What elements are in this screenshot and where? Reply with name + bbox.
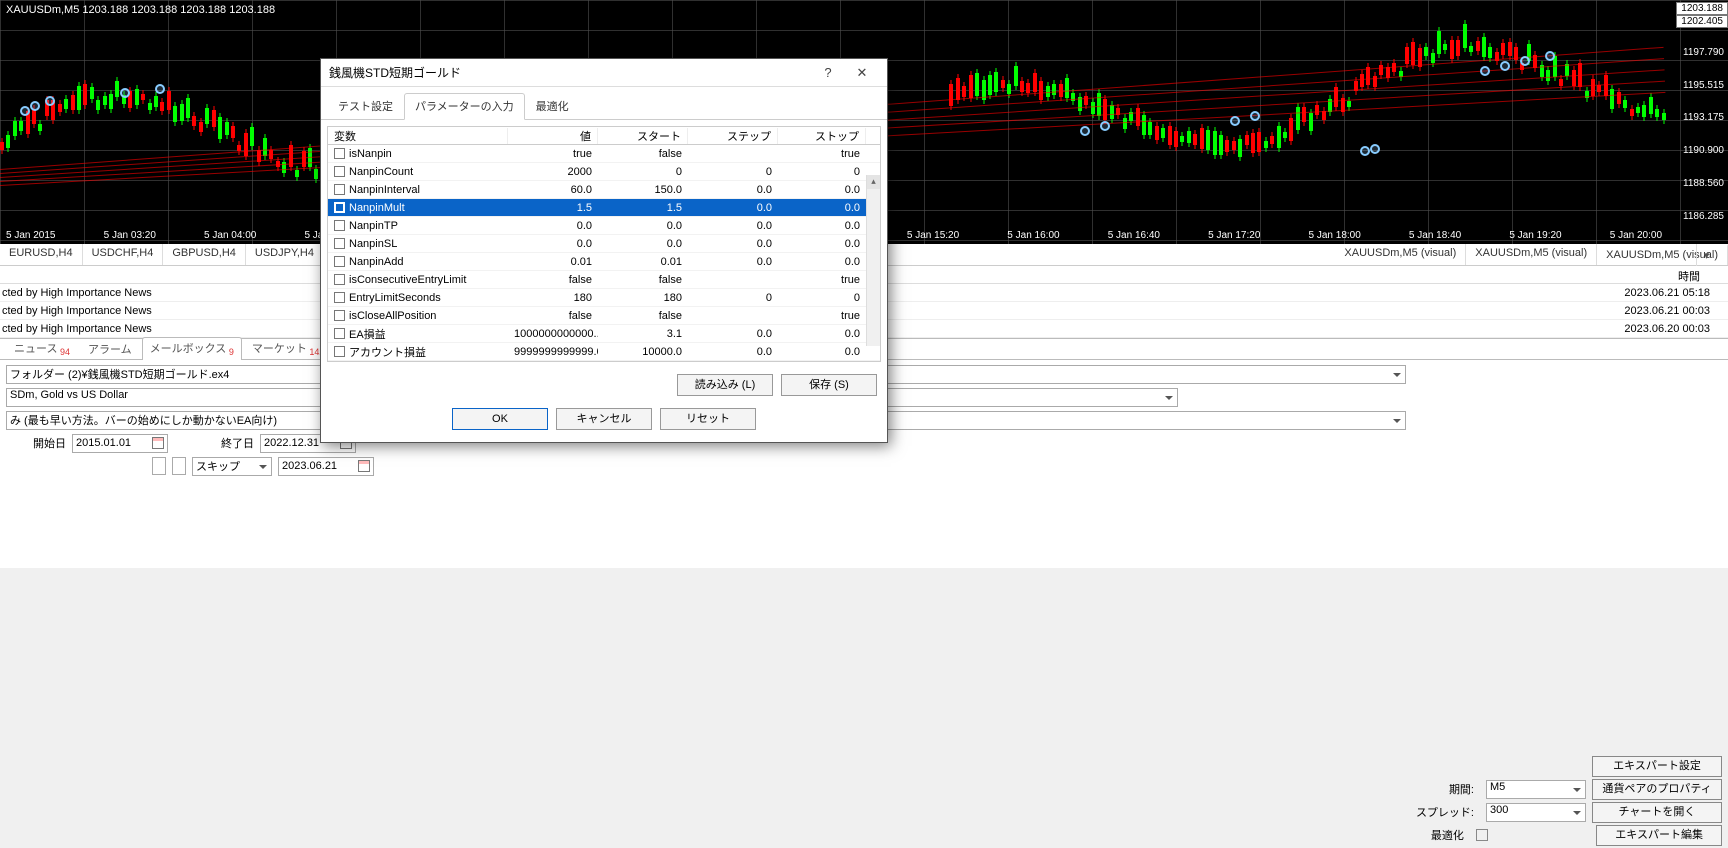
symbol-tab[interactable]: GBPUSD,H4 — [163, 244, 246, 265]
step-back-button[interactable] — [152, 457, 166, 475]
calendar-icon[interactable] — [152, 437, 164, 449]
trade-marker — [1230, 116, 1240, 126]
param-checkbox[interactable] — [334, 310, 345, 321]
param-row[interactable]: isNanpintruefalsetrue — [328, 145, 880, 163]
trade-marker — [1100, 121, 1110, 131]
expert-edit-button[interactable]: エキスパート編集 — [1596, 825, 1722, 846]
grid-scrollbar[interactable]: ▴ — [866, 175, 880, 346]
param-row[interactable]: isCloseAllPositionfalsefalsetrue — [328, 307, 880, 325]
expert-settings-button[interactable]: エキスパート設定 — [1592, 756, 1722, 777]
trade-marker — [1545, 51, 1555, 61]
terminal-tab[interactable]: アラーム — [80, 338, 140, 360]
calendar-icon[interactable] — [358, 460, 370, 472]
trade-marker — [45, 96, 55, 106]
period-label: 期間: — [1410, 781, 1480, 797]
param-grid: 変数 値 スタート ステップ ストップ isNanpintruefalsetru… — [327, 126, 881, 362]
symbol-tab[interactable]: USDJPY,H4 — [246, 244, 324, 265]
terminal-tab[interactable]: ニュース 94 — [6, 337, 78, 360]
chart-title: XAUUSDm,M5 1203.188 1203.188 1203.188 12… — [6, 4, 275, 16]
cancel-button[interactable]: キャンセル — [556, 408, 652, 430]
param-checkbox[interactable] — [334, 274, 345, 285]
param-row[interactable]: アカウント損益9999999999999.010000.00.00.0 — [328, 343, 880, 361]
param-row[interactable]: NanpinSL0.00.00.00.0 — [328, 235, 880, 253]
symbol-tab[interactable]: USDCHF,H4 — [83, 244, 164, 265]
dialog-titlebar[interactable]: 銭風機STD短期ゴールド ? ✕ — [321, 59, 887, 87]
tab-overflow-icon[interactable]: ▾ — [1696, 244, 1716, 266]
load-button[interactable]: 読み込み (L) — [677, 374, 773, 396]
param-row[interactable]: NanpinTP0.00.00.00.0 — [328, 217, 880, 235]
spread-label: スプレッド: — [1410, 804, 1480, 820]
symbol-tab[interactable]: XAUUSDm,M5 (visual) — [1466, 244, 1597, 265]
price-scale: 1200.1301197.7901195.5151193.1751190.900… — [1668, 0, 1728, 224]
period-select[interactable]: M5 — [1486, 780, 1586, 799]
param-checkbox[interactable] — [334, 166, 345, 177]
open-chart-button[interactable]: チャートを開く — [1592, 802, 1722, 823]
ok-button[interactable]: OK — [452, 408, 548, 430]
optimize-checkbox[interactable] — [1476, 829, 1488, 841]
skip-date-input[interactable]: 2023.06.21 — [278, 457, 374, 476]
dialog-tab[interactable]: テスト設定 — [327, 93, 404, 119]
param-row[interactable]: NanpinMult1.51.50.00.0 — [328, 199, 880, 217]
trade-marker — [155, 84, 165, 94]
help-icon[interactable]: ? — [811, 62, 845, 84]
param-row[interactable]: NanpinCount2000000 — [328, 163, 880, 181]
inputs-dialog: 銭風機STD短期ゴールド ? ✕ テスト設定パラメーターの入力最適化 変数 値 … — [320, 58, 888, 443]
param-row[interactable]: isConsecutiveEntryLimitfalsefalsetrue — [328, 271, 880, 289]
param-row[interactable]: NanpinInterval60.0150.00.00.0 — [328, 181, 880, 199]
trade-marker — [1480, 66, 1490, 76]
reset-button[interactable]: リセット — [660, 408, 756, 430]
trade-marker — [1520, 56, 1530, 66]
price-secondary-box: 1202.405 — [1676, 15, 1728, 28]
dialog-title: 銭風機STD短期ゴールド — [329, 64, 811, 81]
skip-select[interactable]: スキップ — [192, 457, 272, 476]
symbol-tab[interactable]: EURUSD,H4 — [0, 244, 83, 265]
price-current-box: 1203.188 — [1676, 2, 1728, 15]
scroll-up-icon[interactable]: ▴ — [867, 175, 880, 189]
terminal-tab[interactable]: メールボックス 9 — [142, 337, 242, 360]
param-row[interactable]: EntryLimitSeconds18018000 — [328, 289, 880, 307]
save-button[interactable]: 保存 (S) — [781, 374, 877, 396]
dialog-tab-bar: テスト設定パラメーターの入力最適化 — [321, 87, 887, 120]
spread-select[interactable]: 300 — [1486, 803, 1586, 822]
right-panel: エキスパート設定 期間: M5 通貨ペアのプロパティ スプレッド: 300 チャ… — [1402, 756, 1722, 848]
pair-properties-button[interactable]: 通貨ペアのプロパティ — [1592, 779, 1722, 800]
param-checkbox[interactable] — [334, 256, 345, 267]
time-column-header: 時間 — [1678, 266, 1728, 283]
param-checkbox[interactable] — [334, 292, 345, 303]
trade-marker — [30, 101, 40, 111]
symbol-tab[interactable]: XAUUSDm,M5 (visual) — [1335, 244, 1466, 265]
trade-marker — [120, 88, 130, 98]
param-checkbox[interactable] — [334, 148, 345, 159]
param-row[interactable]: EA損益1000000000000...3.10.00.0 — [328, 325, 880, 343]
param-checkbox[interactable] — [334, 328, 345, 339]
param-checkbox[interactable] — [334, 220, 345, 231]
dialog-tab[interactable]: パラメーターの入力 — [404, 93, 525, 120]
trade-marker — [1500, 61, 1510, 71]
step-fwd-button[interactable] — [172, 457, 186, 475]
grid-header: 変数 値 スタート ステップ ストップ — [328, 127, 880, 145]
param-checkbox[interactable] — [334, 184, 345, 195]
start-date-input[interactable]: 2015.01.01 — [72, 434, 168, 453]
param-checkbox[interactable] — [334, 202, 345, 213]
close-icon[interactable]: ✕ — [845, 62, 879, 84]
optimize-label: 最適化 — [1402, 827, 1470, 843]
param-row[interactable]: NanpinAdd0.010.010.00.0 — [328, 253, 880, 271]
trade-marker — [1250, 111, 1260, 121]
dialog-tab[interactable]: 最適化 — [525, 93, 580, 119]
trade-marker — [1360, 146, 1370, 156]
param-checkbox[interactable] — [334, 238, 345, 249]
end-date-label: 終了日 — [174, 435, 254, 451]
trade-marker — [1080, 126, 1090, 136]
param-checkbox[interactable] — [334, 346, 345, 357]
trade-marker — [20, 106, 30, 116]
start-date-label: 開始日 — [6, 435, 66, 451]
trade-marker — [1370, 144, 1380, 154]
